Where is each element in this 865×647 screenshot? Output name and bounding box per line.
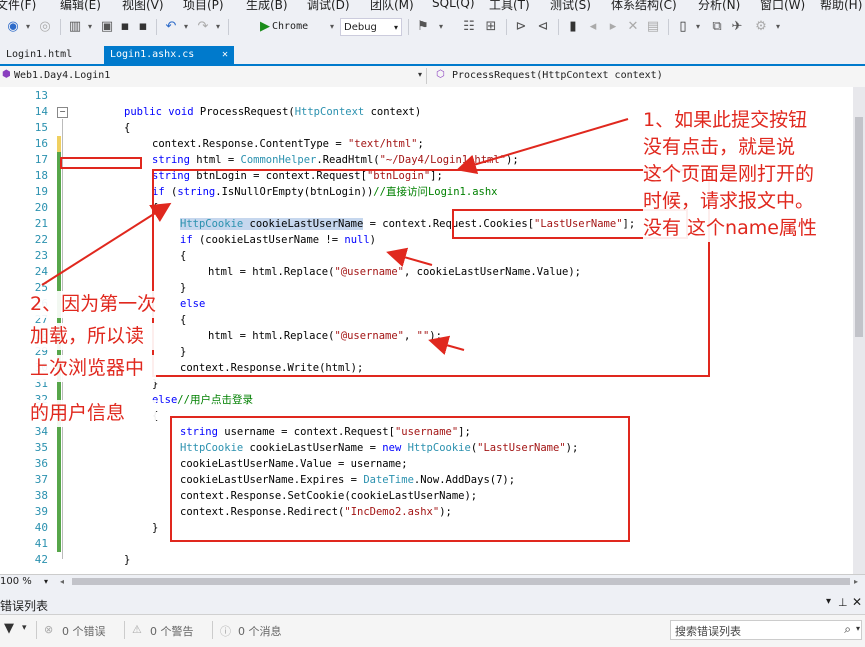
find-icon[interactable]: ▯ (674, 17, 692, 37)
chevron-down-icon[interactable]: ▾ (212, 17, 224, 37)
menu-project[interactable]: 项目(P) (183, 0, 224, 12)
errors-filter-button[interactable]: 0 个错误 (62, 623, 106, 639)
start-debug-button[interactable]: Chrome (272, 17, 328, 37)
menu-window[interactable]: 窗口(W) (760, 0, 805, 12)
menu-tools[interactable]: 工具(T) (489, 0, 530, 12)
chevron-down-icon[interactable]: ▾ (22, 623, 27, 633)
menu-help[interactable]: 帮助(H) (820, 0, 862, 12)
dropdown-icon[interactable]: ▾ (826, 596, 831, 607)
uncomment-icon[interactable]: ⊲ (534, 17, 552, 37)
navigation-bar: ⬢ Web1.Day4.Login1 ▾ ⬡ ProcessRequest(Ht… (0, 66, 865, 88)
menu-analyze[interactable]: 分析(N) (698, 0, 740, 12)
chevron-down-icon[interactable]: ▾ (22, 17, 34, 37)
member-selector[interactable]: ProcessRequest(HttpContext context) (452, 68, 852, 84)
indent-icon[interactable]: ⊞ (482, 17, 500, 37)
menu-edit[interactable]: 编辑(E) (60, 0, 101, 12)
chevron-down-icon: ▾ (393, 23, 398, 32)
menu-build[interactable]: 生成(B) (246, 0, 288, 12)
open-file-icon[interactable]: ▣ (98, 17, 116, 37)
horizontal-scrollbar[interactable] (72, 578, 850, 585)
annotation-note-1: 1、如果此提交按钮 没有点击，就是说 这个页面是刚打开的 时候，请求报文中。 没… (643, 107, 817, 242)
info-icon: ⓘ (220, 625, 231, 638)
menu-debug[interactable]: 调试(D) (307, 0, 350, 12)
comment-icon[interactable]: ⊳ (512, 17, 530, 37)
filter-icon[interactable]: ▼ (4, 621, 14, 636)
scroll-right-icon[interactable]: ▸ (854, 575, 858, 588)
zoom-level[interactable]: 100 % (0, 575, 32, 588)
browser-link-icon[interactable]: ⚑ (414, 17, 432, 37)
pin-icon[interactable]: ⊥ (838, 596, 848, 609)
menu-test[interactable]: 测试(S) (550, 0, 591, 12)
bookmark-folder-icon[interactable]: ▤ (644, 17, 662, 37)
chevron-down-icon[interactable]: ▾ (772, 17, 784, 37)
chevron-down-icon[interactable]: ▾ (856, 624, 860, 633)
extension-icon[interactable]: ⚙ (752, 17, 770, 37)
arrow (428, 335, 465, 355)
code-editor[interactable]: 13 14 15 16 17 18 19 20 21 22 23 24 25 2… (0, 87, 853, 574)
toolbar: ◉ ▾ ◎ ▥ ▾ ▣ ▪ ▪ ↶ ▾ ↷ ▾ ▶ Chrome ▾ Debug… (0, 12, 865, 42)
chevron-down-icon[interactable]: ▾ (434, 17, 448, 37)
chevron-down-icon[interactable]: ▾ (84, 17, 96, 37)
window-icon[interactable]: ⧉ (708, 17, 726, 37)
tab-login-html[interactable]: Login1.html (0, 46, 80, 64)
bookmark-toggle-icon[interactable]: ▮ (564, 17, 582, 37)
menu-sql[interactable]: SQL(Q) (432, 0, 475, 10)
chevron-down-icon[interactable]: ▾ (326, 17, 338, 37)
type-selector[interactable]: Web1.Day4.Login1 (14, 68, 414, 84)
new-project-icon[interactable]: ▥ (66, 17, 84, 37)
error-list-toolbar: ▼ ▾ ⊗ 0 个错误 ⚠ 0 个警告 ⓘ 0 个消息 搜索错误列表 ⌕ ▾ (0, 614, 865, 647)
error-list-header: 错误列表 ▾ ⊥ ✕ (0, 594, 865, 614)
save-icon[interactable]: ▪ (116, 17, 134, 37)
annotation-note-2: 2、因为第一次 加载，所以读 上次浏览器中 的用户信息 (30, 291, 157, 427)
close-icon[interactable]: ✕ (852, 595, 862, 609)
menu-team[interactable]: 团队(M) (370, 0, 414, 12)
chevron-down-icon[interactable]: ▾ (418, 70, 422, 79)
arrow (386, 247, 433, 268)
undo-icon[interactable]: ↶ (162, 17, 180, 37)
menu-architecture[interactable]: 体系结构(C) (611, 0, 677, 12)
class-icon: ⬢ (2, 69, 11, 80)
close-icon[interactable]: ✕ (222, 46, 228, 64)
document-tabs: Login1.html Login1.ashx.cs ✕ (0, 42, 865, 66)
search-icon[interactable]: ⌕ (844, 622, 851, 637)
redo-icon[interactable]: ↷ (194, 17, 212, 37)
play-icon[interactable]: ▶ (258, 17, 272, 37)
bookmark-icon[interactable]: ☷ (460, 17, 478, 37)
forward-icon[interactable]: ◎ (36, 17, 54, 37)
arrow (41, 202, 172, 286)
menu-bar: 文件(F) 编辑(E) 视图(V) 项目(P) 生成(B) 调试(D) 团队(M… (0, 0, 865, 12)
menu-view[interactable]: 视图(V) (122, 0, 164, 12)
vertical-scrollbar[interactable] (853, 87, 865, 574)
search-error-list-input[interactable]: 搜索错误列表 ⌕ ▾ (670, 620, 862, 640)
warning-icon: ⚠ (132, 623, 142, 636)
pin-icon[interactable]: ✈ (728, 17, 746, 37)
tab-login-ashx-cs[interactable]: Login1.ashx.cs ✕ (104, 46, 234, 64)
back-icon[interactable]: ◉ (4, 17, 22, 37)
chevron-down-icon[interactable]: ▾ (180, 17, 192, 37)
chevron-down-icon[interactable]: ▾ (692, 17, 704, 37)
clear-bookmark-icon[interactable]: ✕ (624, 17, 642, 37)
config-select[interactable]: Debug ▾ (340, 18, 402, 36)
scroll-left-icon[interactable]: ◂ (60, 575, 64, 588)
save-all-icon[interactable]: ▪ (134, 17, 152, 37)
next-bookmark-icon[interactable]: ▸ (604, 17, 622, 37)
messages-filter-button[interactable]: 0 个消息 (238, 623, 282, 639)
arrow (456, 118, 629, 175)
error-list-title: 错误列表 (0, 599, 49, 613)
editor-status-strip: 100 % ▾ ◂ ▸ (0, 574, 865, 589)
menu-file[interactable]: 文件(F) (0, 0, 36, 12)
warnings-filter-button[interactable]: 0 个警告 (150, 623, 194, 639)
method-icon: ⬡ (436, 69, 445, 80)
error-icon: ⊗ (44, 623, 54, 636)
prev-bookmark-icon[interactable]: ◂ (584, 17, 602, 37)
chevron-down-icon[interactable]: ▾ (44, 575, 48, 588)
scroll-thumb[interactable] (855, 117, 863, 337)
